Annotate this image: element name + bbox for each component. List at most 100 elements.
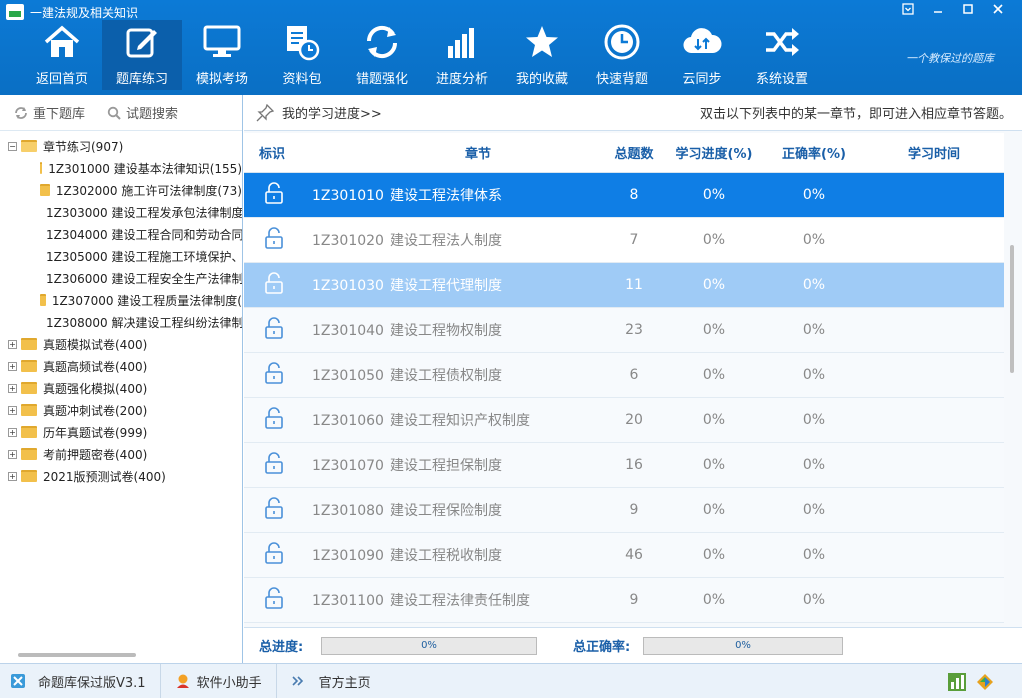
version-label: 命题库保过版V3.1: [38, 675, 146, 691]
folder-icon: [21, 448, 37, 460]
chapter-name: 建设工程法律责任制度: [390, 593, 530, 609]
expand-icon[interactable]: +: [8, 405, 17, 415]
tree-paper-group[interactable]: + 真题强化模拟(400): [0, 377, 242, 399]
monitor-icon: [203, 25, 241, 57]
expand-icon[interactable]: +: [8, 471, 17, 481]
nav-wrong-questions[interactable]: 错题强化: [342, 20, 422, 90]
tree-chapter-item[interactable]: 1Z306000 建设工程安全生产法律制: [0, 267, 242, 289]
helper-item[interactable]: 软件小助手: [161, 663, 277, 698]
minimize-button[interactable]: [923, 2, 953, 22]
row-accuracy: 0%: [802, 367, 826, 383]
tree-chapter-item[interactable]: 1Z308000 解决建设工程纠纷法律制: [0, 311, 242, 333]
left-panel: 重下题库 试题搜索 − 章节练习(907) 1Z301000 建设基本法律知识(…: [0, 95, 243, 663]
nav-mock-exam[interactable]: 模拟考场: [182, 20, 262, 90]
reset-question-bank-button[interactable]: 重下题库: [14, 103, 85, 122]
search-label: 试题搜索: [126, 107, 179, 122]
tree-chapter-item[interactable]: 1Z302000 施工许可法律制度(73): [0, 179, 242, 201]
tools-icon[interactable]: [976, 673, 994, 691]
table-row[interactable]: 1Z301040 建设工程物权制度 23 0% 0%: [244, 308, 1004, 353]
status-right-icons: [948, 673, 994, 691]
col-chapter: 章节: [464, 147, 491, 162]
tree-root[interactable]: − 章节练习(907): [0, 135, 242, 157]
nav-wrong-questions-label: 错题强化: [355, 72, 408, 87]
nav-settings[interactable]: 系统设置: [742, 20, 822, 90]
table-row[interactable]: 1Z301010 建设工程法律体系 8 0% 0%: [244, 173, 1004, 218]
col-progress: 学习进度(%): [675, 147, 753, 162]
close-button[interactable]: [983, 2, 1013, 22]
row-mark: [244, 317, 304, 343]
homepage-label: 官方主页: [318, 675, 371, 691]
tree-paper-group[interactable]: + 真题模拟试卷(400): [0, 333, 242, 355]
row-accuracy: 0%: [802, 232, 826, 248]
expand-icon[interactable]: +: [8, 383, 17, 393]
nav-practice[interactable]: 题库练习: [102, 20, 182, 90]
table-row[interactable]: 1Z301060 建设工程知识产权制度 20 0% 0%: [244, 398, 1004, 443]
search-icon: [107, 106, 121, 120]
row-total: 11: [625, 277, 643, 293]
collapse-icon[interactable]: −: [8, 141, 17, 151]
folder-icon: [21, 338, 37, 350]
expand-icon[interactable]: +: [8, 427, 17, 437]
reset-label: 重下题库: [33, 107, 86, 122]
unlock-icon: [265, 497, 283, 519]
folder-icon: [21, 470, 37, 482]
table-row[interactable]: 1Z301070 建设工程担保制度 16 0% 0%: [244, 443, 1004, 488]
row-mark: [244, 587, 304, 613]
tree-paper-group[interactable]: + 真题高频试卷(400): [0, 355, 242, 377]
progress-link[interactable]: 我的学习进度>>: [256, 103, 382, 122]
nav-mock-exam-label: 模拟考场: [195, 72, 248, 87]
tree-paper-group[interactable]: + 考前押题密卷(400): [0, 443, 242, 465]
version-item: 命题库保过版V3.1: [0, 663, 161, 698]
nav-quick-review[interactable]: 快速背题: [582, 20, 662, 90]
nav-favorites[interactable]: 我的收藏: [502, 20, 582, 90]
nav-progress-analysis[interactable]: 进度分析: [422, 20, 502, 90]
table-row[interactable]: 1Z301080 建设工程保险制度 9 0% 0%: [244, 488, 1004, 533]
table-row[interactable]: 1Z301090 建设工程税收制度 46 0% 0%: [244, 533, 1004, 578]
tree-chapter-item[interactable]: 1Z304000 建设工程合同和劳动合同: [0, 223, 242, 245]
horizontal-scrollbar[interactable]: [18, 653, 136, 657]
col-study-time: 学习时间: [907, 147, 960, 162]
row-progress: 0%: [702, 232, 726, 248]
row-mark: [244, 497, 304, 523]
tree-chapter-item[interactable]: 1Z301000 建设基本法律知识(155): [0, 157, 242, 179]
maximize-button[interactable]: [953, 2, 983, 22]
expand-icon[interactable]: +: [8, 339, 17, 349]
homepage-item[interactable]: 官方主页: [277, 664, 385, 698]
chapter-code: 1Z301040: [312, 323, 384, 339]
home-icon: [44, 25, 80, 57]
row-total: 23: [625, 322, 643, 338]
nav-home[interactable]: 返回首页: [22, 20, 102, 90]
chapter-code: 1Z301020: [312, 233, 384, 249]
menu-button[interactable]: [893, 2, 923, 22]
nav-materials[interactable]: 资料包: [262, 20, 342, 90]
vertical-scrollbar[interactable]: [1010, 245, 1014, 373]
instruction-hint: 双击以下列表中的某一章节，即可进入相应章节答题。: [699, 107, 1012, 122]
stats-icon[interactable]: [948, 673, 966, 691]
table-row[interactable]: 1Z301020 建设工程法人制度 7 0% 0%: [244, 218, 1004, 263]
nav-cloud-sync[interactable]: 云同步: [662, 20, 742, 90]
table-row[interactable]: 1Z301100 建设工程法律责任制度 9 0% 0%: [244, 578, 1004, 623]
nav-settings-label: 系统设置: [755, 72, 808, 87]
tree-paper-group[interactable]: + 历年真题试卷(999): [0, 421, 242, 443]
tree-paper-group[interactable]: + 真题冲刺试卷(200): [0, 399, 242, 421]
folder-icon: [21, 426, 37, 438]
nav-favorites-label: 我的收藏: [515, 72, 568, 87]
row-chapter: 1Z301010 建设工程法律体系: [304, 185, 604, 205]
tree-chapter-item[interactable]: 1Z307000 建设工程质量法律制度(: [0, 289, 242, 311]
window-controls: [893, 2, 1013, 22]
summary-bar: 总进度: 0% 总正确率: 0%: [244, 627, 1022, 663]
tree-chapter-item[interactable]: 1Z303000 建设工程发承包法律制度: [0, 201, 242, 223]
question-search-button[interactable]: 试题搜索: [107, 103, 178, 122]
row-chapter: 1Z301090 建设工程税收制度: [304, 545, 604, 565]
expand-icon[interactable]: +: [8, 449, 17, 459]
tree-paper-group[interactable]: +2021版预测试卷(400): [0, 465, 242, 487]
unlock-icon: [265, 587, 283, 609]
expand-icon[interactable]: +: [8, 361, 17, 371]
tree-chapter-item[interactable]: 1Z305000 建设工程施工环境保护、: [0, 245, 242, 267]
row-total: 20: [625, 412, 643, 428]
helper-icon: [176, 674, 189, 688]
table-row[interactable]: 1Z301030 建设工程代理制度 11 0% 0%: [244, 263, 1004, 308]
nav-practice-label: 题库练习: [115, 72, 168, 87]
table-row[interactable]: 1Z301050 建设工程债权制度 6 0% 0%: [244, 353, 1004, 398]
chapter-code: 1Z301050: [312, 368, 384, 384]
